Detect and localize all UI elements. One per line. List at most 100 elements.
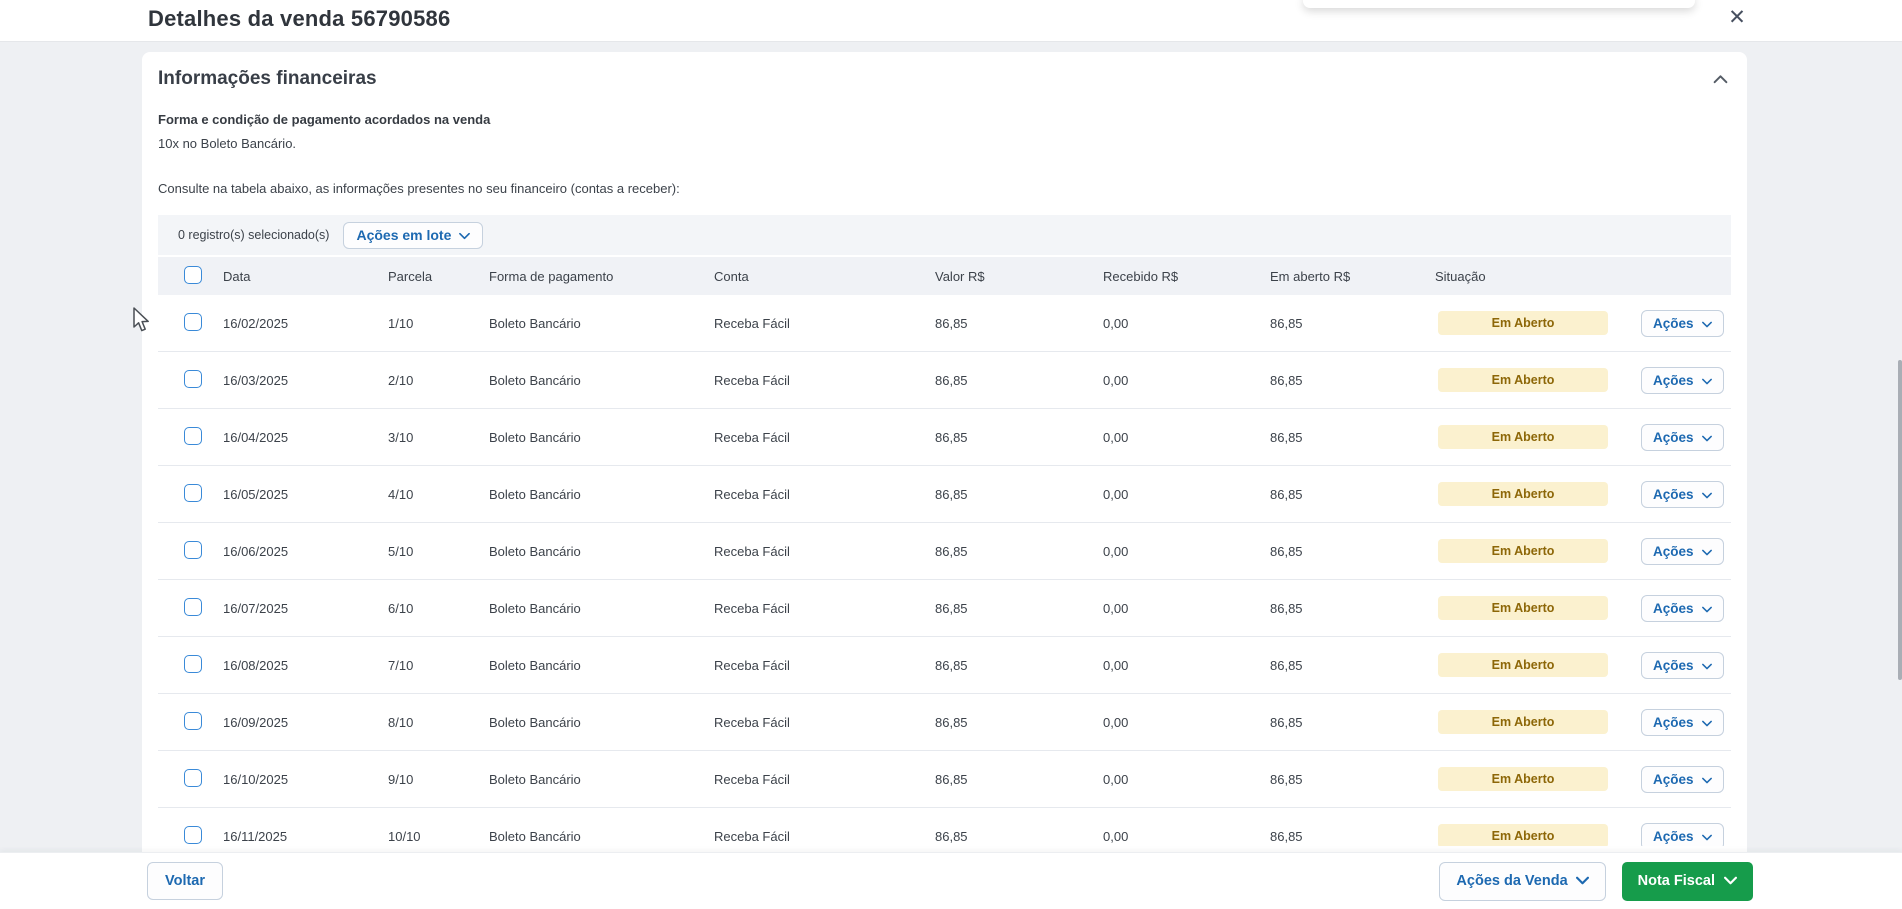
back-button[interactable]: Voltar bbox=[147, 862, 223, 900]
invoice-button-label: Nota Fiscal bbox=[1638, 873, 1715, 889]
row-checkbox[interactable] bbox=[184, 370, 202, 388]
vertical-scrollbar[interactable] bbox=[1898, 360, 1902, 680]
cell-open: 86,85 bbox=[1257, 601, 1422, 616]
cell-payment-method: Boleto Bancário bbox=[476, 316, 701, 331]
row-actions-button[interactable]: Ações bbox=[1641, 595, 1724, 622]
chevron-down-icon bbox=[1702, 316, 1712, 331]
table-row: 16/05/2025 4/10 Boleto Bancário Receba F… bbox=[158, 466, 1731, 523]
row-actions-button[interactable]: Ações bbox=[1641, 481, 1724, 508]
cell-received: 0,00 bbox=[1090, 715, 1257, 730]
cell-date: 16/10/2025 bbox=[210, 772, 375, 787]
cell-date: 16/11/2025 bbox=[210, 829, 375, 844]
chevron-down-icon bbox=[1702, 715, 1712, 730]
cell-account: Receba Fácil bbox=[701, 430, 922, 445]
row-actions-label: Ações bbox=[1653, 772, 1694, 787]
cell-installment: 2/10 bbox=[375, 373, 476, 388]
cell-installment: 4/10 bbox=[375, 487, 476, 502]
row-checkbox[interactable] bbox=[184, 769, 202, 787]
page-title: Detalhes da venda 56790586 bbox=[148, 6, 450, 32]
status-badge: Em Aberto bbox=[1438, 368, 1608, 392]
row-checkbox[interactable] bbox=[184, 712, 202, 730]
batch-actions-button[interactable]: Ações em lote bbox=[343, 222, 483, 249]
row-checkbox[interactable] bbox=[184, 598, 202, 616]
cell-date: 16/02/2025 bbox=[210, 316, 375, 331]
chevron-down-icon bbox=[1576, 873, 1589, 889]
cell-installment: 3/10 bbox=[375, 430, 476, 445]
cell-account: Receba Fácil bbox=[701, 487, 922, 502]
cell-payment-method: Boleto Bancário bbox=[476, 772, 701, 787]
cell-open: 86,85 bbox=[1257, 772, 1422, 787]
row-actions-button[interactable]: Ações bbox=[1641, 424, 1724, 451]
chevron-down-icon bbox=[1724, 873, 1737, 889]
batch-actions-label: Ações em lote bbox=[356, 227, 451, 243]
cell-account: Receba Fácil bbox=[701, 658, 922, 673]
row-checkbox[interactable] bbox=[184, 313, 202, 331]
status-badge: Em Aberto bbox=[1438, 653, 1608, 677]
cell-account: Receba Fácil bbox=[701, 316, 922, 331]
table-row: 16/08/2025 7/10 Boleto Bancário Receba F… bbox=[158, 637, 1731, 694]
row-actions-button[interactable]: Ações bbox=[1641, 652, 1724, 679]
cell-account: Receba Fácil bbox=[701, 601, 922, 616]
column-header-emaberto: Em aberto R$ bbox=[1257, 269, 1422, 284]
cell-date: 16/03/2025 bbox=[210, 373, 375, 388]
cell-installment: 7/10 bbox=[375, 658, 476, 673]
cell-installment: 1/10 bbox=[375, 316, 476, 331]
chevron-down-icon bbox=[1702, 487, 1712, 502]
row-checkbox[interactable] bbox=[184, 826, 202, 844]
cell-date: 16/08/2025 bbox=[210, 658, 375, 673]
sale-actions-button[interactable]: Ações da Venda bbox=[1439, 862, 1605, 901]
cell-installment: 5/10 bbox=[375, 544, 476, 559]
row-actions-button[interactable]: Ações bbox=[1641, 823, 1724, 847]
cell-payment-method: Boleto Bancário bbox=[476, 601, 701, 616]
row-checkbox[interactable] bbox=[184, 541, 202, 559]
row-actions-label: Ações bbox=[1653, 658, 1694, 673]
cell-received: 0,00 bbox=[1090, 544, 1257, 559]
chevron-down-icon bbox=[1702, 829, 1712, 844]
cell-open: 86,85 bbox=[1257, 373, 1422, 388]
cell-account: Receba Fácil bbox=[701, 715, 922, 730]
cell-payment-method: Boleto Bancário bbox=[476, 487, 701, 502]
row-actions-label: Ações bbox=[1653, 487, 1694, 502]
chevron-down-icon bbox=[1702, 430, 1712, 445]
row-checkbox[interactable] bbox=[184, 427, 202, 445]
row-actions-button[interactable]: Ações bbox=[1641, 310, 1724, 337]
cell-account: Receba Fácil bbox=[701, 829, 922, 844]
row-actions-button[interactable]: Ações bbox=[1641, 538, 1724, 565]
row-actions-button[interactable]: Ações bbox=[1641, 709, 1724, 736]
cell-value: 86,85 bbox=[922, 430, 1090, 445]
cell-account: Receba Fácil bbox=[701, 772, 922, 787]
chevron-up-icon[interactable] bbox=[1709, 68, 1731, 90]
status-badge: Em Aberto bbox=[1438, 425, 1608, 449]
modal-footer: Voltar Ações da Venda Nota Fiscal bbox=[0, 852, 1902, 909]
cell-open: 86,85 bbox=[1257, 658, 1422, 673]
table-row: 16/04/2025 3/10 Boleto Bancário Receba F… bbox=[158, 409, 1731, 466]
cell-open: 86,85 bbox=[1257, 487, 1422, 502]
select-all-checkbox[interactable] bbox=[184, 266, 202, 284]
row-checkbox[interactable] bbox=[184, 484, 202, 502]
row-actions-button[interactable]: Ações bbox=[1641, 367, 1724, 394]
chevron-down-icon bbox=[1702, 658, 1712, 673]
row-actions-label: Ações bbox=[1653, 829, 1694, 844]
column-header-parcela: Parcela bbox=[375, 269, 476, 284]
cell-received: 0,00 bbox=[1090, 658, 1257, 673]
payment-terms-label: Forma e condição de pagamento acordados … bbox=[158, 112, 1731, 127]
cell-installment: 10/10 bbox=[375, 829, 476, 844]
cell-date: 16/04/2025 bbox=[210, 430, 375, 445]
footer-actions: Ações da Venda Nota Fiscal bbox=[1439, 862, 1753, 901]
chevron-down-icon bbox=[459, 227, 470, 243]
section-title: Informações financeiras bbox=[158, 68, 377, 90]
table-hint-text: Consulte na tabela abaixo, as informaçõe… bbox=[158, 181, 1731, 196]
invoice-button[interactable]: Nota Fiscal bbox=[1622, 862, 1753, 901]
row-actions-label: Ações bbox=[1653, 373, 1694, 388]
close-icon[interactable]: ✕ bbox=[1722, 2, 1752, 32]
cell-open: 86,85 bbox=[1257, 715, 1422, 730]
cell-open: 86,85 bbox=[1257, 829, 1422, 844]
cell-received: 0,00 bbox=[1090, 829, 1257, 844]
row-actions-button[interactable]: Ações bbox=[1641, 766, 1724, 793]
cell-payment-method: Boleto Bancário bbox=[476, 658, 701, 673]
cell-date: 16/07/2025 bbox=[210, 601, 375, 616]
row-checkbox[interactable] bbox=[184, 655, 202, 673]
status-badge: Em Aberto bbox=[1438, 767, 1608, 791]
table-row: 16/09/2025 8/10 Boleto Bancário Receba F… bbox=[158, 694, 1731, 751]
table-row: 16/06/2025 5/10 Boleto Bancário Receba F… bbox=[158, 523, 1731, 580]
